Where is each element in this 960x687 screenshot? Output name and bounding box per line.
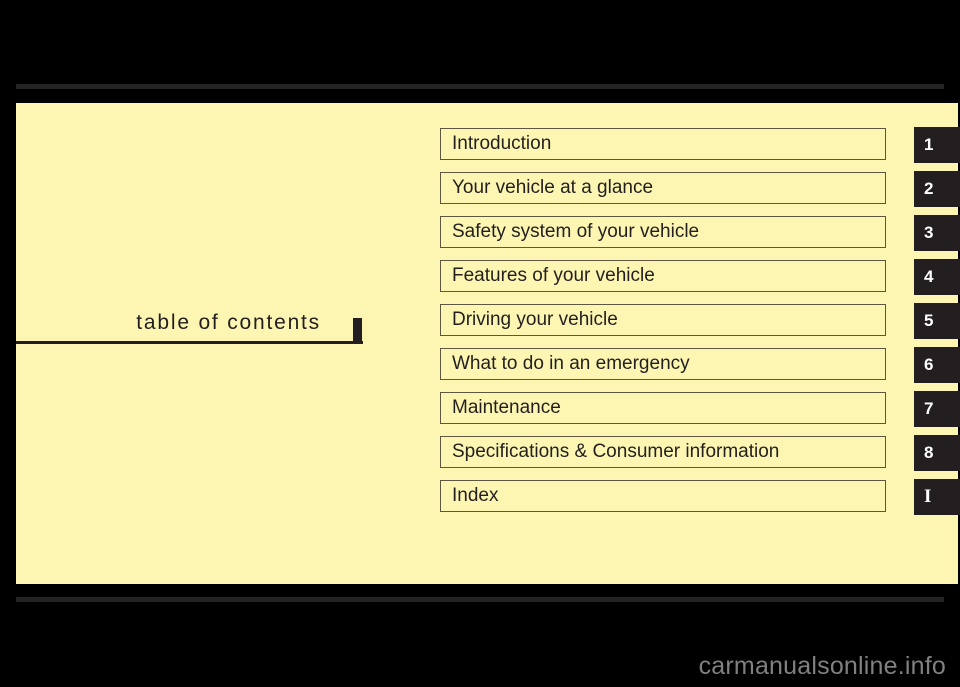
- toc-entry-your-vehicle-at-a-glance[interactable]: Your vehicle at a glance: [440, 172, 886, 204]
- list-item[interactable]: Your vehicle at a glance 2: [440, 171, 960, 207]
- chapter-tab-6[interactable]: 6: [914, 347, 960, 383]
- toc-entry-label: Specifications & Consumer information: [452, 441, 780, 462]
- chapter-tab-8[interactable]: 8: [914, 435, 960, 471]
- toc-entry-driving-your-vehicle[interactable]: Driving your vehicle: [440, 304, 886, 336]
- chapter-tab-3[interactable]: 3: [914, 215, 960, 251]
- toc-entry-index[interactable]: Index: [440, 480, 886, 512]
- toc-entry-label: Driving your vehicle: [452, 309, 618, 330]
- list-item[interactable]: Safety system of your vehicle 3: [440, 215, 960, 251]
- toc-entry-safety-system-of-your-vehicle[interactable]: Safety system of your vehicle: [440, 216, 886, 248]
- chapter-tab-label: 2: [924, 179, 934, 198]
- list-item[interactable]: Driving your vehicle 5: [440, 303, 960, 339]
- list-item[interactable]: What to do in an emergency 6: [440, 347, 960, 383]
- chapter-tab-label: 8: [924, 443, 934, 462]
- chapter-tab-7[interactable]: 7: [914, 391, 960, 427]
- toc-entry-label: Index: [452, 485, 499, 506]
- toc-entry-introduction[interactable]: Introduction: [440, 128, 886, 160]
- page-bottom-rule: [16, 597, 944, 602]
- chapter-tab-label: 1: [924, 135, 934, 154]
- toc-entry-label: Your vehicle at a glance: [452, 177, 654, 198]
- chapter-tab-index[interactable]: I: [914, 479, 960, 515]
- chapter-tab-5[interactable]: 5: [914, 303, 960, 339]
- chapter-tab-2[interactable]: 2: [914, 171, 960, 207]
- chapter-tab-label: I: [924, 486, 932, 507]
- page-title: table of contents: [136, 311, 321, 334]
- chapter-tab-1[interactable]: 1: [914, 127, 960, 163]
- site-watermark: carmanualsonline.info: [698, 652, 946, 680]
- heading-underline: [16, 341, 363, 344]
- chapter-tab-label: 6: [924, 355, 934, 374]
- toc-entry-specifications-and-consumer-information[interactable]: Specifications & Consumer information: [440, 436, 886, 468]
- manual-page: table of contents Introduction 1 Your ve…: [16, 103, 960, 584]
- document-viewer: table of contents Introduction 1 Your ve…: [0, 0, 960, 687]
- toc-entry-features-of-your-vehicle[interactable]: Features of your vehicle: [440, 260, 886, 292]
- table-of-contents-heading-block: table of contents: [16, 308, 363, 344]
- list-item[interactable]: Introduction 1: [440, 127, 960, 163]
- toc-entry-label: Safety system of your vehicle: [452, 221, 700, 242]
- list-item[interactable]: Maintenance 7: [440, 391, 960, 427]
- toc-entry-label: What to do in an emergency: [452, 353, 690, 374]
- toc-entry-label: Features of your vehicle: [452, 265, 655, 286]
- toc-entry-maintenance[interactable]: Maintenance: [440, 392, 886, 424]
- list-item[interactable]: Index I: [440, 479, 960, 515]
- chapter-tab-label: 4: [924, 267, 934, 286]
- toc-entry-label: Maintenance: [452, 397, 561, 418]
- toc-entry-label: Introduction: [452, 133, 552, 154]
- chapter-tab-label: 5: [924, 311, 934, 330]
- toc-entry-what-to-do-in-an-emergency[interactable]: What to do in an emergency: [440, 348, 886, 380]
- table-of-contents-list: Introduction 1 Your vehicle at a glance …: [440, 127, 960, 524]
- list-item[interactable]: Features of your vehicle 4: [440, 259, 960, 295]
- chapter-tab-4[interactable]: 4: [914, 259, 960, 295]
- page-top-rule: [16, 84, 944, 89]
- list-item[interactable]: Specifications & Consumer information 8: [440, 435, 960, 471]
- chapter-tab-label: 7: [924, 399, 934, 418]
- heading-marker-block: [353, 318, 362, 344]
- chapter-tab-label: 3: [924, 223, 934, 242]
